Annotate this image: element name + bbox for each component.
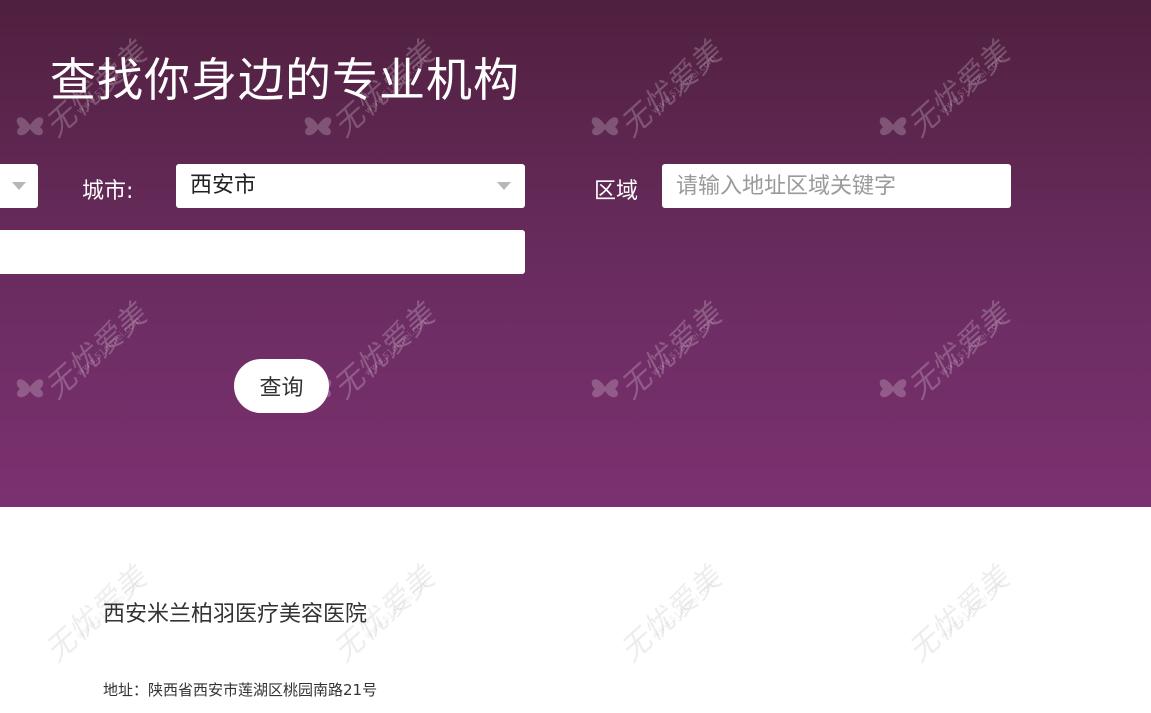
page: 无忧爱美 www.51aimei.com 无忧爱美 www.51aimei.co… [0,0,1151,713]
watermark-logo: 无忧爱美 www.51aimei.com [873,10,1023,150]
secondary-input[interactable] [0,230,525,274]
watermark-logo: 无忧爱美 www.51aimei.com [585,10,735,150]
butterfly-icon [591,379,619,398]
city-label: 城市: [82,179,134,204]
watermark-logo: 无忧爱美 www.51aimei.com [901,560,1018,670]
chevron-down-icon [12,182,26,190]
query-button[interactable]: 查询 [234,359,329,413]
butterfly-icon [879,379,907,398]
butterfly-icon [879,117,907,136]
watermark-logo: 无忧爱美 www.51aimei.com [585,272,735,412]
page-title: 查找你身边的专业机构 [50,53,520,107]
clinic-address: 地址：陕西省西安市莲湖区桃园南路21号 [103,681,378,699]
region-label: 区域 [594,179,639,204]
province-select[interactable] [0,164,38,208]
butterfly-icon [16,117,44,136]
watermark-logo: 无忧爱美 www.51aimei.com [10,272,160,412]
butterfly-icon [304,117,332,136]
watermark-logo: 无忧爱美 www.51aimei.com [613,560,730,670]
search-hero: 无忧爱美 www.51aimei.com 无忧爱美 www.51aimei.co… [0,0,1151,507]
clinic-name[interactable]: 西安米兰柏羽医疗美容医院 [103,596,367,628]
city-select-value: 西安市 [190,173,257,198]
city-select[interactable]: 西安市 [176,164,525,208]
butterfly-icon [16,379,44,398]
region-input[interactable] [662,164,1011,208]
butterfly-icon [591,117,619,136]
watermark-logo: 无忧爱美 www.51aimei.com [873,272,1023,412]
chevron-down-icon [497,182,511,190]
